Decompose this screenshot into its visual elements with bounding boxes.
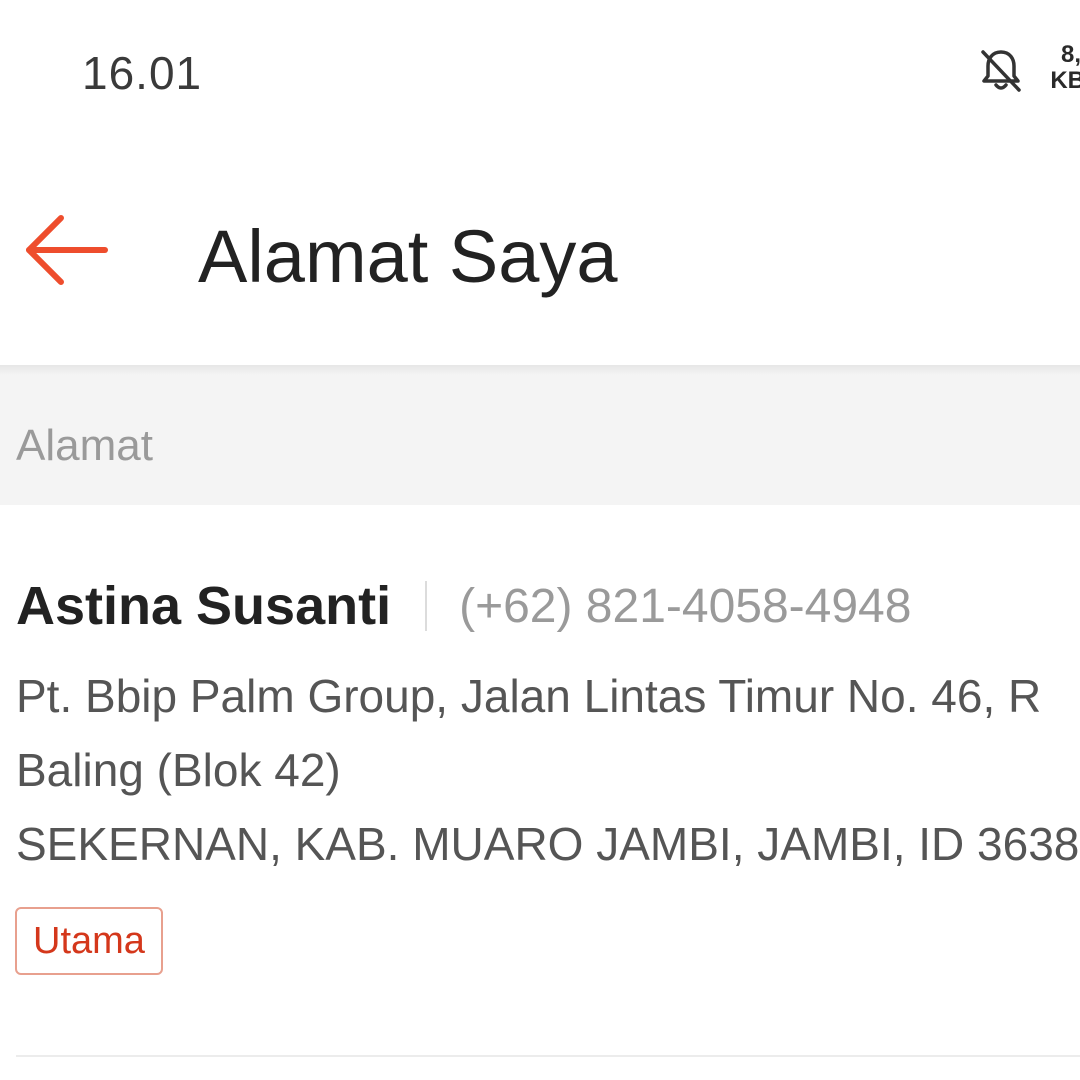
back-button[interactable] — [10, 205, 120, 295]
network-speed-unit: KB/ — [1050, 67, 1080, 94]
address-list-screen: 16.01 8, KB/ Alamat Saya Alamat Astin — [0, 0, 1080, 1080]
default-address-badge: Utama — [15, 907, 163, 975]
section-title: Alamat — [16, 421, 153, 470]
name-phone-divider — [425, 581, 428, 631]
address-card[interactable]: Astina Susanti (+62) 821-4058-4948 Pt. B… — [0, 505, 1080, 1057]
list-divider — [16, 1055, 1080, 1057]
address-line-1: Pt. Bbip Palm Group, Jalan Lintas Timur … — [16, 670, 1042, 722]
status-time: 16.01 — [82, 47, 203, 99]
network-speed-value: 8, — [1060, 41, 1080, 68]
network-speed: 8, KB/ — [1041, 42, 1080, 94]
section-header: Alamat — [0, 365, 1080, 505]
app-header: Alamat Saya — [0, 150, 1080, 365]
status-bar: 16.01 8, KB/ — [0, 0, 1080, 150]
contact-row: Astina Susanti (+62) 821-4058-4948 — [16, 575, 911, 637]
status-icons: 8, KB/ — [975, 40, 1080, 110]
recipient-phone: (+62) 821-4058-4948 — [459, 579, 912, 633]
page-title: Alamat Saya — [198, 215, 618, 298]
arrow-left-icon — [26, 215, 108, 285]
address-line-3: SEKERNAN, KAB. MUARO JAMBI, JAMBI, ID 36… — [16, 818, 1080, 870]
bell-off-icon — [981, 50, 1021, 92]
recipient-name: Astina Susanti — [16, 576, 392, 636]
address-line-2: Baling (Blok 42) — [16, 744, 341, 796]
